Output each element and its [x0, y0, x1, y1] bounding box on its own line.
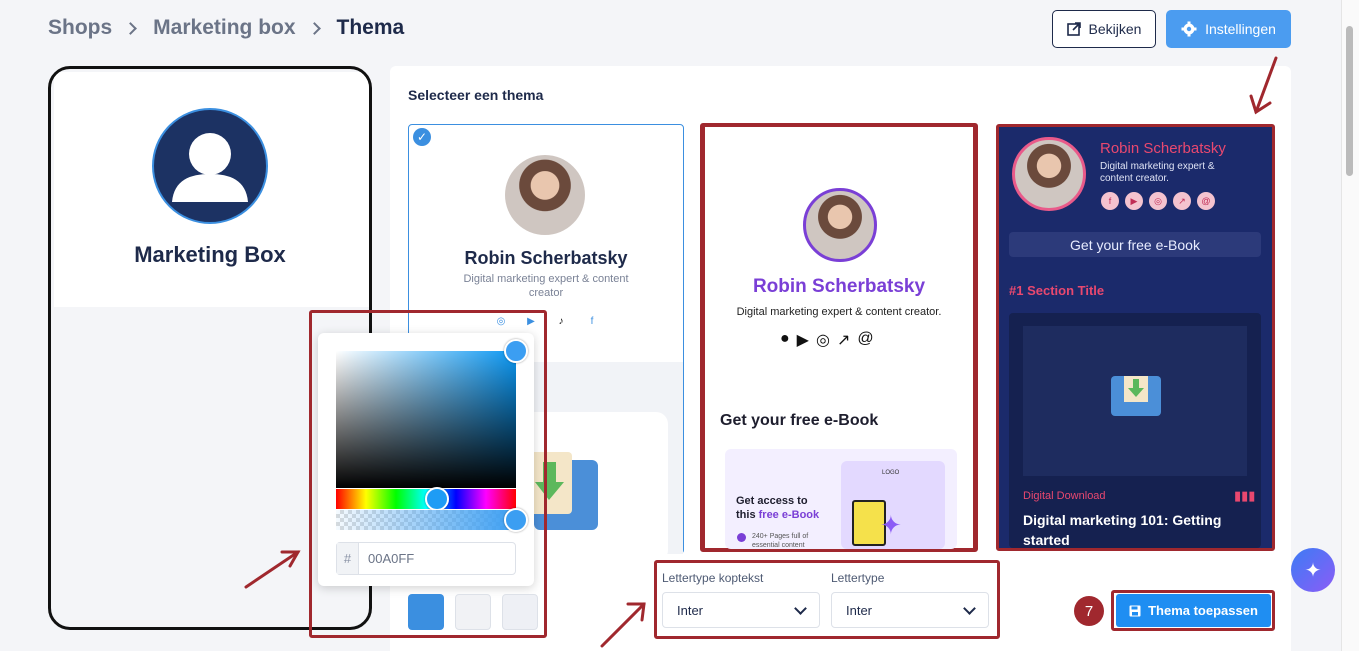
- annotation-arrows: [244, 56, 1278, 648]
- sparkle-icon: ✦: [1304, 559, 1322, 582]
- scrollbar-thumb[interactable]: [1346, 26, 1353, 176]
- ai-assistant-button[interactable]: ✦: [1291, 548, 1335, 592]
